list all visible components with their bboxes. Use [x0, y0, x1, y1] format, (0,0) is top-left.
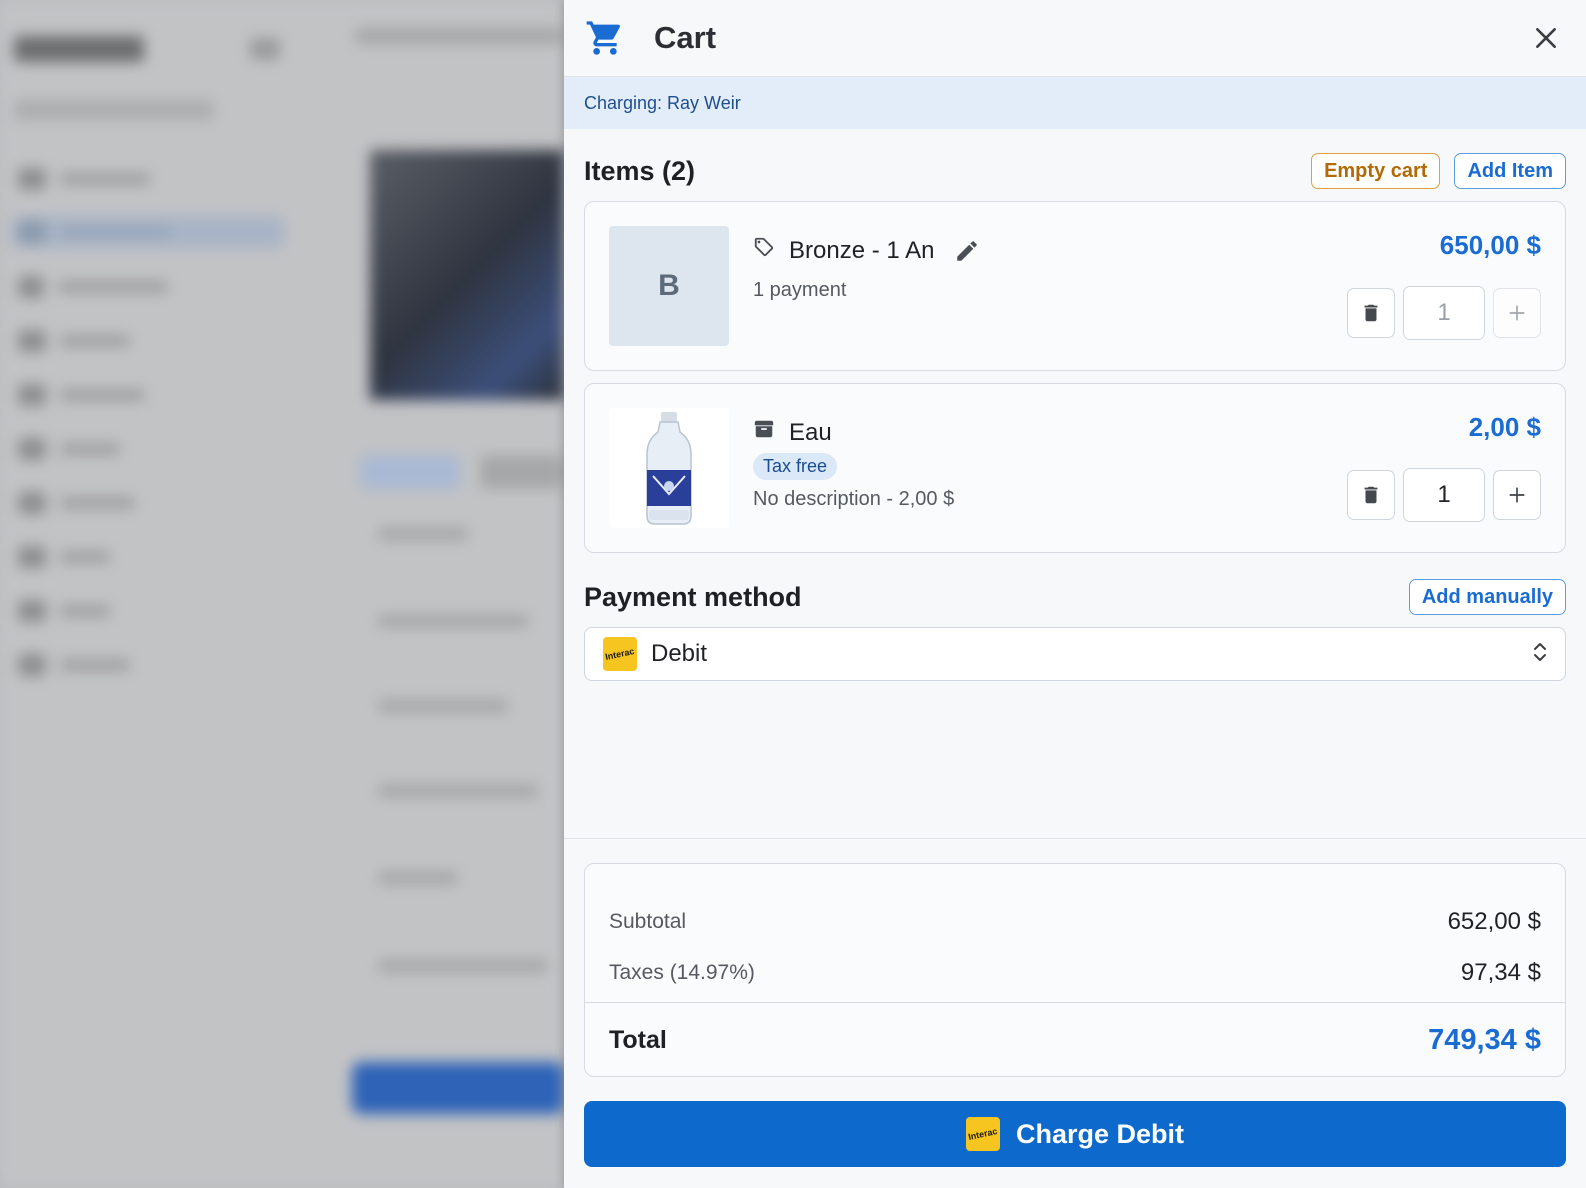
- bg-nav-item: [18, 492, 168, 514]
- charge-button[interactable]: Interac Charge Debit: [584, 1101, 1566, 1167]
- items-actions: Empty cart Add Item: [1311, 153, 1566, 189]
- bg-tab: [360, 455, 460, 489]
- bg-tab: [480, 455, 564, 489]
- charge-button-label: Charge Debit: [1015, 1118, 1185, 1149]
- tax-free-badge: Tax free: [753, 453, 838, 480]
- cart-footer: Subtotal 652,00 $ Taxes (14.97%) 97,34 $…: [564, 838, 1586, 1188]
- quantity-input[interactable]: [1403, 468, 1485, 522]
- taxes-label: Taxes (14.97%): [609, 961, 755, 984]
- increase-quantity-button[interactable]: [1493, 470, 1541, 520]
- total-row: Total 749,34 $: [585, 1003, 1565, 1077]
- payment-method-title: Payment method: [584, 581, 802, 612]
- empty-cart-button[interactable]: Empty cart: [1311, 153, 1441, 189]
- subtotal-label: Subtotal: [609, 910, 687, 933]
- item-info: Eau Tax free No description - 2,00 $: [753, 418, 954, 511]
- item-subtitle: 1 payment: [753, 279, 847, 301]
- delete-item-button[interactable]: [1347, 288, 1395, 338]
- pencil-icon: [957, 240, 978, 261]
- bg-nav-item: [18, 276, 168, 298]
- item-name-row: Eau: [753, 418, 954, 447]
- close-icon: [1536, 28, 1556, 48]
- chevron-up-down-icon: [1531, 638, 1549, 671]
- increase-quantity-button[interactable]: [1493, 288, 1541, 338]
- quantity-input[interactable]: [1403, 286, 1485, 340]
- items-section-header: Items (2) Empty cart Add Item: [584, 153, 1566, 189]
- total-value: 749,34 $: [1428, 1023, 1541, 1056]
- bg-line: [378, 528, 468, 540]
- item-price: 2,00 $: [1468, 412, 1541, 442]
- item-description: No description - 2,00 $: [753, 488, 955, 510]
- payment-method-select[interactable]: Interac Debit: [584, 627, 1566, 681]
- subtotal-value: 652,00 $: [1447, 908, 1541, 935]
- cart-title: Cart: [654, 20, 717, 55]
- charging-label: Charging: Ray Weir: [584, 92, 741, 113]
- cart-header: Cart: [564, 0, 1586, 77]
- bg-line: [378, 872, 458, 884]
- total-label: Total: [609, 1025, 667, 1054]
- item-info: Bronze - 1 An 1 payment: [753, 236, 980, 302]
- interac-logo-text: Interac: [604, 646, 636, 662]
- items-title: Items (2): [584, 155, 696, 186]
- item-name: Bronze - 1 An: [789, 236, 935, 264]
- delete-item-button[interactable]: [1347, 470, 1395, 520]
- taxes-value: 97,34 $: [1460, 959, 1541, 986]
- subtotal-row: Subtotal 652,00 $: [585, 864, 1565, 950]
- bg-nav-item: [18, 384, 168, 406]
- quantity-controls: [1347, 468, 1541, 522]
- bg-nav-item: [18, 330, 168, 352]
- item-name: Eau: [789, 418, 832, 446]
- bg-line: [378, 785, 538, 797]
- quantity-controls: [1347, 286, 1541, 340]
- add-manually-button[interactable]: Add manually: [1408, 579, 1566, 615]
- bg-topbar: [355, 28, 564, 44]
- plus-icon: [1509, 487, 1525, 503]
- bg-photo: [370, 150, 564, 400]
- bg-nav-item: [18, 168, 168, 190]
- bg-nav-item: [18, 654, 168, 676]
- shopping-cart-icon: [584, 17, 626, 59]
- payment-method-value: Debit: [651, 640, 708, 667]
- plus-icon: [1509, 305, 1525, 321]
- water-bottle-image: [609, 408, 729, 528]
- charging-customer-bar: Charging: Ray Weir: [564, 77, 1586, 129]
- item-thumbnail: B: [609, 226, 729, 346]
- interac-logo-icon: Interac: [965, 1117, 1000, 1151]
- taxes-row: Taxes (14.97%) 97,34 $: [585, 950, 1565, 996]
- cart-content: Items (2) Empty cart Add Item B Bronze -…: [564, 153, 1586, 681]
- bg-search: [14, 100, 214, 120]
- bg-nav-item: [18, 600, 168, 622]
- bg-nav-item-active: [12, 216, 284, 248]
- add-item-button[interactable]: Add Item: [1454, 153, 1566, 189]
- bg-line: [378, 960, 548, 972]
- archive-box-icon: [753, 418, 775, 447]
- close-button[interactable]: [1526, 18, 1566, 58]
- interac-logo-text: Interac: [967, 1126, 999, 1142]
- item-name-row: Bronze - 1 An: [753, 236, 980, 265]
- bg-nav-item: [18, 438, 168, 460]
- edit-item-button[interactable]: [954, 238, 980, 264]
- bg-line: [378, 700, 508, 712]
- trash-icon: [1364, 486, 1378, 504]
- cart-item: Eau Tax free No description - 2,00 $ 2,0…: [584, 383, 1566, 553]
- cart-panel: Cart Charging: Ray Weir Items (2) Empty …: [564, 0, 1586, 1188]
- bg-logo: [14, 36, 144, 62]
- bg-sidebar-toggle: [250, 38, 280, 60]
- cart-item: B Bronze - 1 An 1 payment 650,00 $: [584, 201, 1566, 371]
- background-app: [0, 0, 564, 1188]
- trash-icon: [1364, 304, 1378, 322]
- tag-icon: [753, 236, 775, 265]
- item-price: 650,00 $: [1439, 230, 1541, 260]
- bg-primary-button: [352, 1062, 564, 1114]
- totals-card: Subtotal 652,00 $ Taxes (14.97%) 97,34 $…: [584, 863, 1566, 1077]
- bg-nav-item: [18, 546, 168, 568]
- interac-logo-icon: Interac: [603, 637, 637, 671]
- payment-section-header: Payment method Add manually: [584, 579, 1566, 615]
- bg-line: [378, 615, 528, 627]
